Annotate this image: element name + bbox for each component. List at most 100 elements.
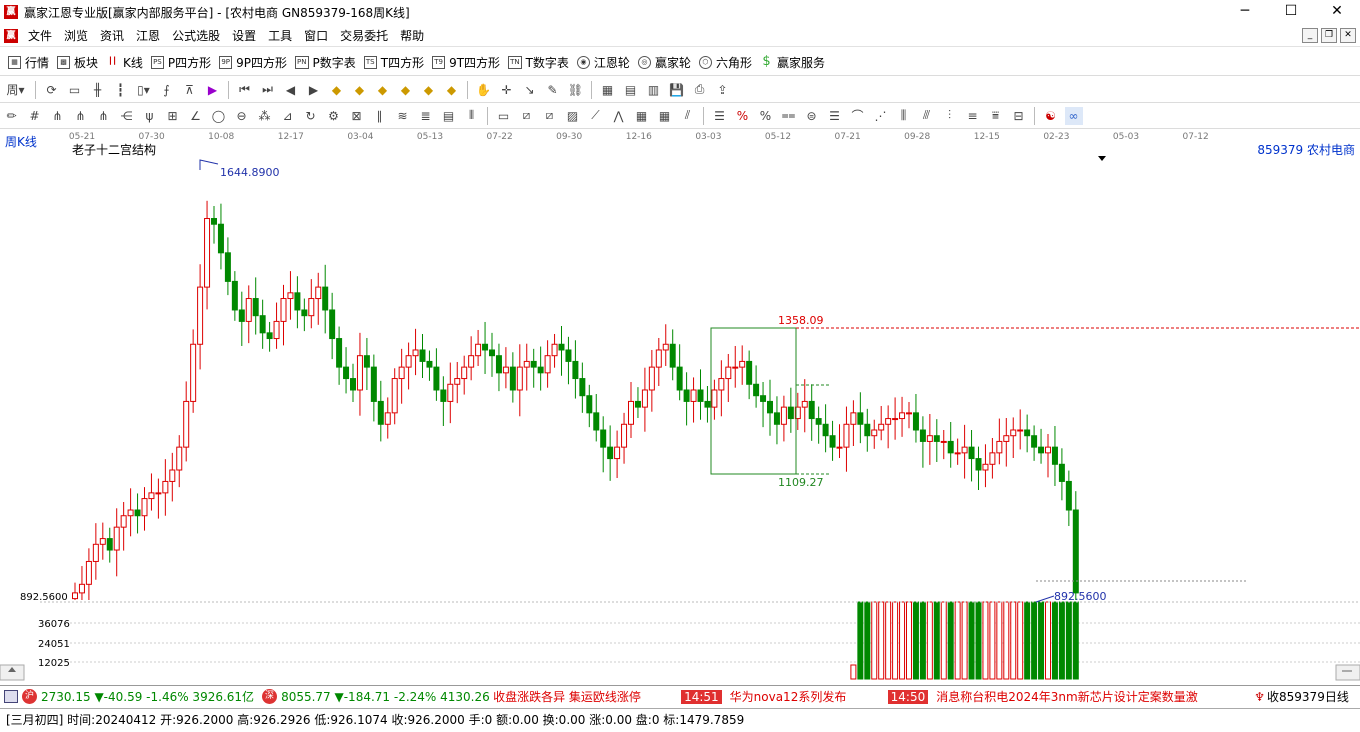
square-grid-icon[interactable]: ⊞ bbox=[164, 107, 182, 125]
fib-box-icon[interactable]: ⊟ bbox=[1010, 107, 1028, 125]
nav-winner-wheel[interactable]: ◎ 赢家轮 bbox=[637, 54, 691, 71]
notebook-icon[interactable]: ▥ bbox=[645, 81, 663, 99]
nav-service[interactable]: $ 赢家服务 bbox=[760, 54, 825, 71]
news-item-1[interactable]: 收盘涨跌各异 集运欧线涨停 bbox=[493, 688, 673, 705]
zigzag-icon[interactable]: ⋀ bbox=[610, 107, 628, 125]
scroll-left-icon[interactable]: ◀ bbox=[282, 81, 300, 99]
table-tool-icon[interactable]: ▤ bbox=[440, 107, 458, 125]
zoom-out-icon[interactable]: ◆ bbox=[351, 81, 369, 99]
fib-fan-icon[interactable]: ⋰ bbox=[872, 107, 890, 125]
fib-grid-icon[interactable]: ⩸ bbox=[987, 107, 1005, 125]
triangle-icon[interactable]: ⊿ bbox=[279, 107, 297, 125]
nav-gann-wheel[interactable]: ◉ 江恩轮 bbox=[576, 54, 630, 71]
link-icon[interactable]: ⛓ bbox=[567, 81, 585, 99]
menu-formula[interactable]: 公式选股 bbox=[166, 27, 226, 44]
brush-icon[interactable]: ≣ bbox=[417, 107, 435, 125]
fib-arc-icon[interactable]: ⌒ bbox=[849, 107, 867, 125]
nav-p-square[interactable]: PS P四方形 bbox=[150, 54, 211, 71]
formula-icon[interactable]: ⨍ bbox=[158, 81, 176, 99]
fork-2-icon[interactable]: ⋔ bbox=[72, 107, 90, 125]
kline-chart[interactable]: 周K线 老子十二宫结构 859379 农村电商 05-21 07-30 10-08 1… bbox=[0, 130, 1360, 685]
first-page-icon[interactable]: ⏮ bbox=[236, 81, 254, 99]
stripes-icon[interactable]: ⫽ bbox=[679, 107, 697, 125]
spiral-icon[interactable]: ↻ bbox=[302, 107, 320, 125]
news-item-3[interactable]: 消息称台积电2024年3nm新芯片设计定案数量激 bbox=[936, 688, 1246, 705]
rect-icon[interactable]: ▭ bbox=[495, 107, 513, 125]
scroll-right-icon[interactable]: ▶ bbox=[305, 81, 323, 99]
diag-2-icon[interactable]: ⧄ bbox=[541, 107, 559, 125]
color-flag-icon[interactable]: ▶ bbox=[204, 81, 222, 99]
doc-icon[interactable]: ▭ bbox=[66, 81, 84, 99]
period-dropdown[interactable]: 周▾ bbox=[3, 81, 29, 99]
hatch-icon[interactable]: ▨ bbox=[564, 107, 582, 125]
table-2-icon[interactable]: ▦ bbox=[633, 107, 651, 125]
nav-t-number[interactable]: TN T数字表 bbox=[508, 54, 569, 71]
percent-cross-icon[interactable]: % bbox=[734, 107, 752, 125]
nav-kline[interactable]: ┃┃ K线 bbox=[106, 54, 143, 71]
fib-icon[interactable]: ☰ bbox=[826, 107, 844, 125]
candles-icon[interactable]: ┇ bbox=[112, 81, 130, 99]
scroll-right-arrow[interactable] bbox=[1335, 664, 1360, 681]
fib-time-icon[interactable]: ⫼ bbox=[895, 107, 913, 125]
columns-icon[interactable]: ⫴ bbox=[463, 107, 481, 125]
sz-index-quote[interactable]: 8055.77 ▼-184.71 -2.24% 4130.26 bbox=[281, 690, 493, 704]
export-icon[interactable]: ⇪ bbox=[714, 81, 732, 99]
ticker-right-label[interactable]: 收859379日线 bbox=[1267, 688, 1349, 705]
ray-icon[interactable]: ⟋ bbox=[587, 107, 605, 125]
fork-3-icon[interactable]: ⋔ bbox=[95, 107, 113, 125]
taiji-icon[interactable]: ☯ bbox=[1042, 107, 1060, 125]
news-item-2[interactable]: 华为nova12系列发布 bbox=[730, 688, 880, 705]
scale-icon[interactable]: ⊼ bbox=[181, 81, 199, 99]
select-icon[interactable]: ↘ bbox=[521, 81, 539, 99]
gold-ratio-icon[interactable]: ⊜ bbox=[803, 107, 821, 125]
maximize-button[interactable]: ☐ bbox=[1268, 0, 1314, 24]
mdi-restore-button[interactable]: ❐ bbox=[1321, 28, 1337, 43]
menu-browse[interactable]: 浏览 bbox=[58, 27, 94, 44]
zoom-up-icon[interactable]: ◆ bbox=[374, 81, 392, 99]
candle-style-icon[interactable]: ▯▾ bbox=[135, 81, 153, 99]
save-icon[interactable]: 💾 bbox=[668, 81, 686, 99]
crosshair-icon[interactable]: ✛ bbox=[498, 81, 516, 99]
pen-icon[interactable]: ✏ bbox=[3, 107, 21, 125]
angle-icon[interactable]: ∠ bbox=[187, 107, 205, 125]
menu-tools[interactable]: 工具 bbox=[262, 27, 298, 44]
zoom-fit-icon[interactable]: ◆ bbox=[420, 81, 438, 99]
menu-help[interactable]: 帮助 bbox=[394, 27, 430, 44]
nav-t-square[interactable]: TS T四方形 bbox=[363, 54, 424, 71]
line-tool-icon[interactable]: ✎ bbox=[544, 81, 562, 99]
nav-sectors[interactable]: ▩ 板块 bbox=[57, 54, 98, 71]
ellipse-icon[interactable]: ⊖ bbox=[233, 107, 251, 125]
wave-icon[interactable]: ≋ bbox=[394, 107, 412, 125]
channel-icon[interactable]: ∥ bbox=[371, 107, 389, 125]
nav-quotes[interactable]: ▦ 行情 bbox=[8, 54, 49, 71]
last-page-icon[interactable]: ⏭ bbox=[259, 81, 277, 99]
grid-icon[interactable]: # bbox=[26, 107, 44, 125]
menu-gann[interactable]: 江恩 bbox=[130, 27, 166, 44]
percent-icon[interactable]: % bbox=[757, 107, 775, 125]
menu-settings[interactable]: 设置 bbox=[226, 27, 262, 44]
list-icon[interactable]: ☰ bbox=[711, 107, 729, 125]
zoom-down-icon[interactable]: ◆ bbox=[397, 81, 415, 99]
nav-hexagon[interactable]: ⬡ 六角形 bbox=[698, 54, 752, 71]
calendar-icon[interactable]: ▦ bbox=[599, 81, 617, 99]
print-icon[interactable]: ⎙ bbox=[691, 81, 709, 99]
menu-trade[interactable]: 交易委托 bbox=[334, 27, 394, 44]
circle-icon[interactable]: ◯ bbox=[210, 107, 228, 125]
hand-icon[interactable]: ✋ bbox=[475, 81, 493, 99]
sh-index-quote[interactable]: 2730.15 ▼-40.59 -1.46% 3926.61亿 bbox=[41, 688, 254, 705]
nav-9t-square[interactable]: T9 9T四方形 bbox=[432, 54, 500, 71]
nav-p-number[interactable]: PN P数字表 bbox=[295, 54, 356, 71]
zoom-reset-icon[interactable]: ◆ bbox=[443, 81, 461, 99]
zoom-in-icon[interactable]: ◆ bbox=[328, 81, 346, 99]
mdi-close-button[interactable]: ✕ bbox=[1340, 28, 1356, 43]
scroll-left-arrow[interactable] bbox=[0, 664, 25, 681]
box-icon[interactable]: ⊠ bbox=[348, 107, 366, 125]
close-button[interactable]: ✕ bbox=[1314, 0, 1360, 24]
fan-icon[interactable]: ⋲ bbox=[118, 107, 136, 125]
gear-icon[interactable]: ⚙ bbox=[325, 107, 343, 125]
infinity-icon[interactable]: ∞ bbox=[1064, 106, 1083, 125]
minimize-button[interactable]: ─ bbox=[1222, 0, 1268, 24]
fork-icon[interactable]: ⋔ bbox=[49, 107, 67, 125]
mdi-minimize-button[interactable]: _ bbox=[1302, 28, 1318, 43]
fib-ext-icon[interactable]: ⫻ bbox=[918, 107, 936, 125]
